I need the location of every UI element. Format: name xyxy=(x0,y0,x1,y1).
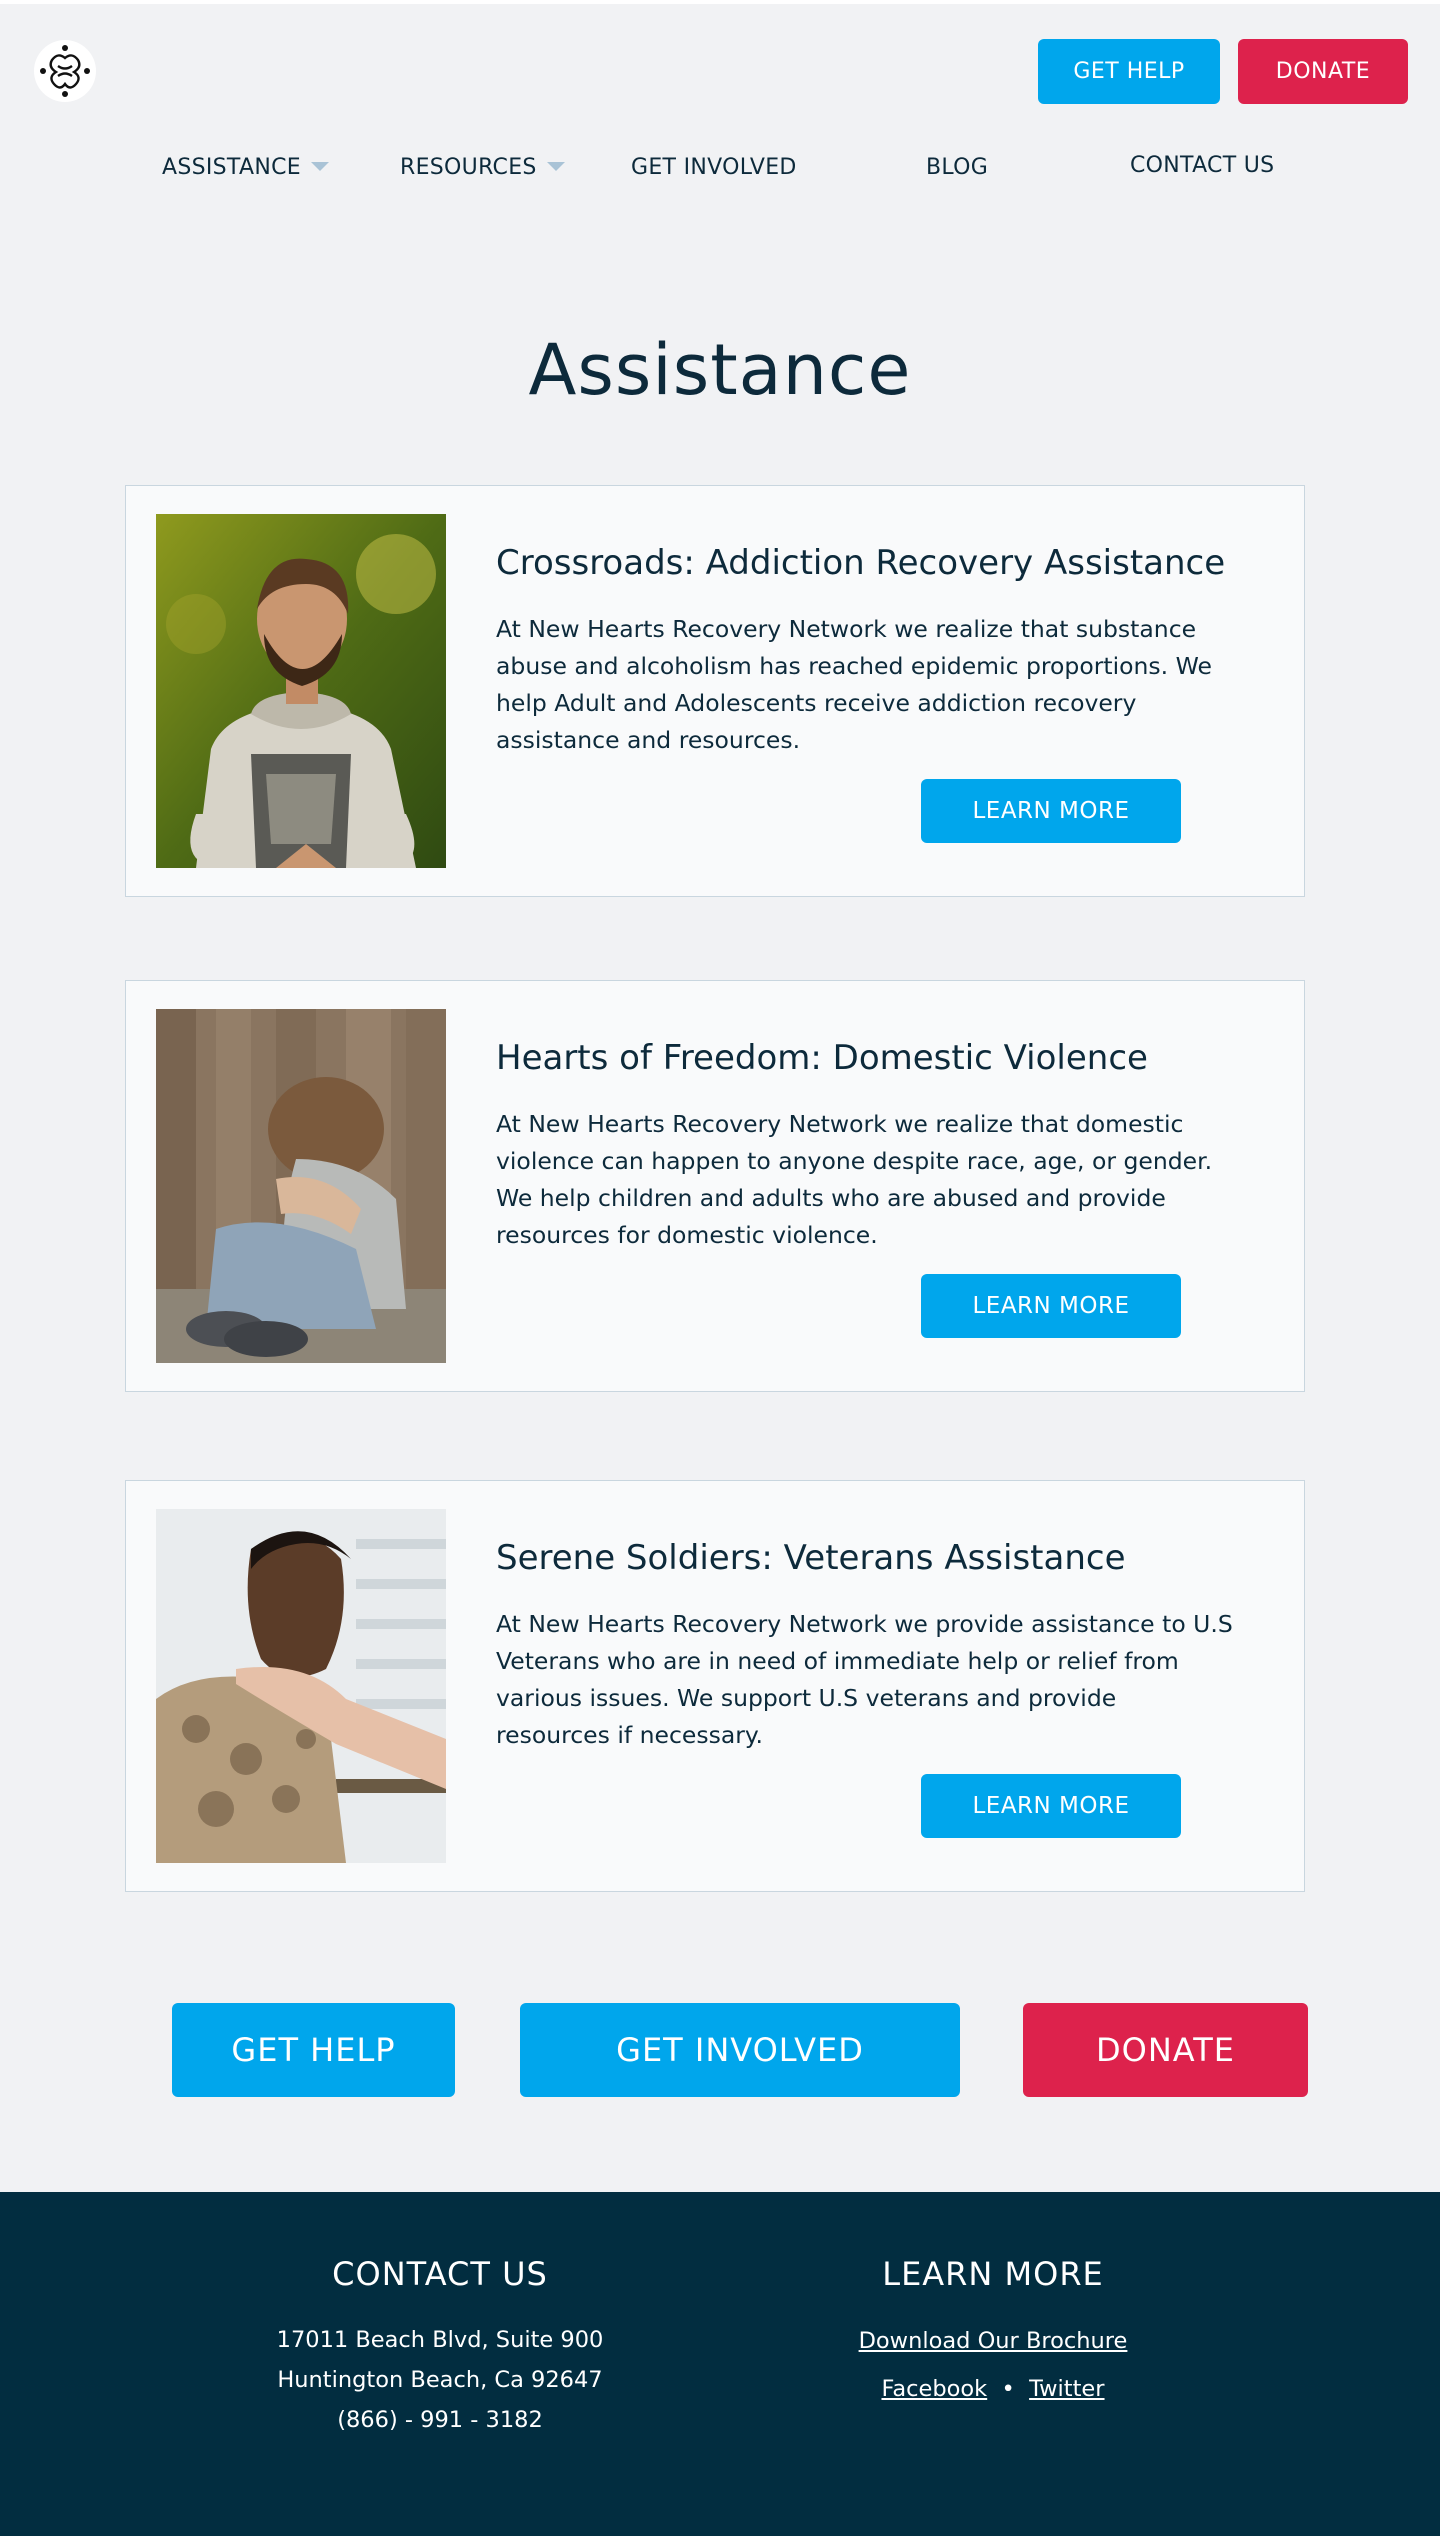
assistance-card: Serene Soldiers: Veterans Assistance At … xyxy=(125,1480,1305,1892)
footer-contact-heading: CONTACT US xyxy=(332,2255,548,2293)
footer-social-links: Facebook • Twitter xyxy=(793,2374,1193,2404)
learn-more-button[interactable]: LEARN MORE xyxy=(921,779,1181,843)
nav-assistance[interactable]: ASSISTANCE xyxy=(162,150,329,186)
header-donate-button[interactable]: DONATE xyxy=(1238,39,1408,104)
top-edge xyxy=(0,0,1440,4)
assistance-card: Hearts of Freedom: Domestic Violence At … xyxy=(125,980,1305,1392)
footer-address-line1: 17011 Beach Blvd, Suite 900 xyxy=(276,2327,604,2353)
download-brochure-link[interactable]: Download Our Brochure xyxy=(793,2326,1193,2356)
nav-assistance-label: ASSISTANCE xyxy=(162,155,301,180)
card-title: Hearts of Freedom: Domestic Violence xyxy=(496,1038,1148,1078)
learn-more-button[interactable]: LEARN MORE xyxy=(921,1774,1181,1838)
nav-get-involved-label: GET INVOLVED xyxy=(631,155,797,180)
cta-get-help-button[interactable]: GET HELP xyxy=(172,2003,455,2097)
facebook-link[interactable]: Facebook xyxy=(881,2376,987,2402)
footer-learn-more-heading: LEARN MORE xyxy=(882,2255,1104,2293)
card-description: At New Hearts Recovery Network we provid… xyxy=(496,1610,1233,1749)
nav-contact-us-label: CONTACT US xyxy=(1130,153,1275,178)
chevron-down-icon xyxy=(546,161,565,171)
twitter-link[interactable]: Twitter xyxy=(1029,2376,1104,2402)
meditating-man-photo-icon xyxy=(156,514,446,868)
learn-more-button[interactable]: LEARN MORE xyxy=(921,1274,1181,1338)
card-image xyxy=(156,514,446,868)
logo[interactable] xyxy=(34,40,96,102)
footer-address-line2: Huntington Beach, Ca 92647 xyxy=(277,2367,603,2393)
cta-get-involved-button[interactable]: GET INVOLVED xyxy=(520,2003,960,2097)
nav-resources-label: RESOURCES xyxy=(400,155,537,180)
separator-dot: • xyxy=(1001,2376,1015,2402)
card-title: Crossroads: Addiction Recovery Assistanc… xyxy=(496,543,1226,583)
nav-resources[interactable]: RESOURCES xyxy=(400,150,565,186)
nav-blog[interactable]: BLOG xyxy=(926,150,988,186)
footer-phone: (866) - 991 - 3182 xyxy=(337,2407,543,2433)
card-image xyxy=(156,1509,446,1863)
logo-icon xyxy=(35,41,95,101)
card-title: Serene Soldiers: Veterans Assistance xyxy=(496,1538,1126,1578)
nav-get-involved[interactable]: GET INVOLVED xyxy=(631,150,797,186)
soldier-comforted-photo-icon xyxy=(156,1509,446,1863)
card-image xyxy=(156,1009,446,1363)
assistance-card: Crossroads: Addiction Recovery Assistanc… xyxy=(125,485,1305,897)
card-description: At New Hearts Recovery Network we realiz… xyxy=(496,1110,1213,1249)
page-title: Assistance xyxy=(528,329,912,411)
chevron-down-icon xyxy=(310,161,329,171)
cta-donate-button[interactable]: DONATE xyxy=(1023,2003,1308,2097)
card-description: At New Hearts Recovery Network we realiz… xyxy=(496,615,1212,754)
crying-child-photo-icon xyxy=(156,1009,446,1363)
nav-blog-label: BLOG xyxy=(926,155,989,180)
header-get-help-button[interactable]: GET HELP xyxy=(1038,39,1220,104)
nav-contact-us[interactable]: CONTACT US xyxy=(1130,148,1274,184)
footer: CONTACT US 17011 Beach Blvd, Suite 900 H… xyxy=(0,2192,1440,2536)
